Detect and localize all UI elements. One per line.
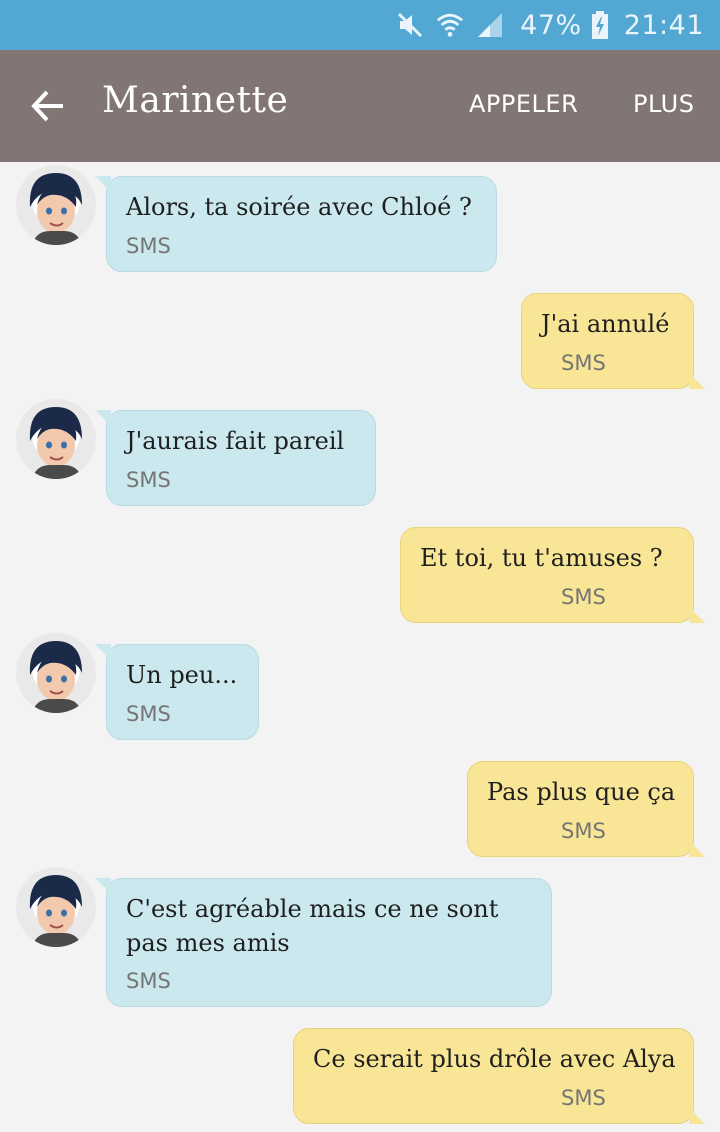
status-bar: 47% 21:41 [0, 0, 720, 50]
message-text: C'est agréable mais ce ne sont pas mes a… [126, 895, 499, 957]
message-text: Ce serait plus drôle avec Alya [313, 1045, 676, 1073]
message-type: SMS [561, 585, 606, 609]
avatar[interactable] [16, 867, 96, 947]
message-text: Alors, ta soirée avec Chloé ? [126, 193, 472, 221]
message-bubble[interactable]: Alors, ta soirée avec Chloé ? SMS [95, 176, 497, 272]
message-bubble[interactable]: Ce serait plus drôle avec Alya SMS [293, 1028, 705, 1124]
message-type: SMS [126, 468, 171, 492]
battery-charging-icon [586, 11, 614, 39]
message-bubble[interactable]: C'est agréable mais ce ne sont pas mes a… [95, 878, 552, 1007]
back-button[interactable] [26, 84, 70, 128]
message-bubble[interactable]: Pas plus que ça SMS [467, 761, 705, 857]
message-bubble[interactable]: J'aurais fait pareil SMS [95, 410, 376, 506]
avatar[interactable] [16, 633, 96, 713]
app-bar: Marinette APPELER PLUS [0, 50, 720, 162]
message-text: J'aurais fait pareil [126, 427, 345, 455]
avatar[interactable] [16, 165, 96, 245]
mute-icon [396, 11, 424, 39]
more-button[interactable]: PLUS [633, 90, 694, 118]
arrow-left-icon [31, 90, 63, 122]
message-type: SMS [561, 351, 606, 375]
message-type: SMS [561, 1086, 606, 1110]
wifi-icon [436, 11, 464, 39]
message-type: SMS [126, 969, 171, 993]
message-type: SMS [126, 234, 171, 258]
message-bubble[interactable]: J'ai annulé SMS [521, 293, 705, 389]
message-bubble[interactable]: Et toi, tu t'amuses ? SMS [400, 527, 705, 623]
message-type: SMS [561, 819, 606, 843]
battery-percent: 47% [520, 9, 582, 41]
signal-icon [476, 11, 504, 39]
avatar[interactable] [16, 399, 96, 479]
contact-name: Marinette [102, 80, 289, 121]
message-text: Pas plus que ça [487, 778, 676, 806]
message-bubble[interactable]: Un peu... SMS [95, 644, 259, 740]
message-text: Un peu... [126, 661, 238, 689]
message-text: Et toi, tu t'amuses ? [420, 544, 663, 572]
conversation[interactable]: Alors, ta soirée avec Chloé ? SMS J'ai a… [0, 162, 720, 1132]
message-text: J'ai annulé [541, 310, 670, 338]
clock: 21:41 [623, 9, 704, 41]
call-button[interactable]: APPELER [469, 90, 578, 118]
message-type: SMS [126, 702, 171, 726]
